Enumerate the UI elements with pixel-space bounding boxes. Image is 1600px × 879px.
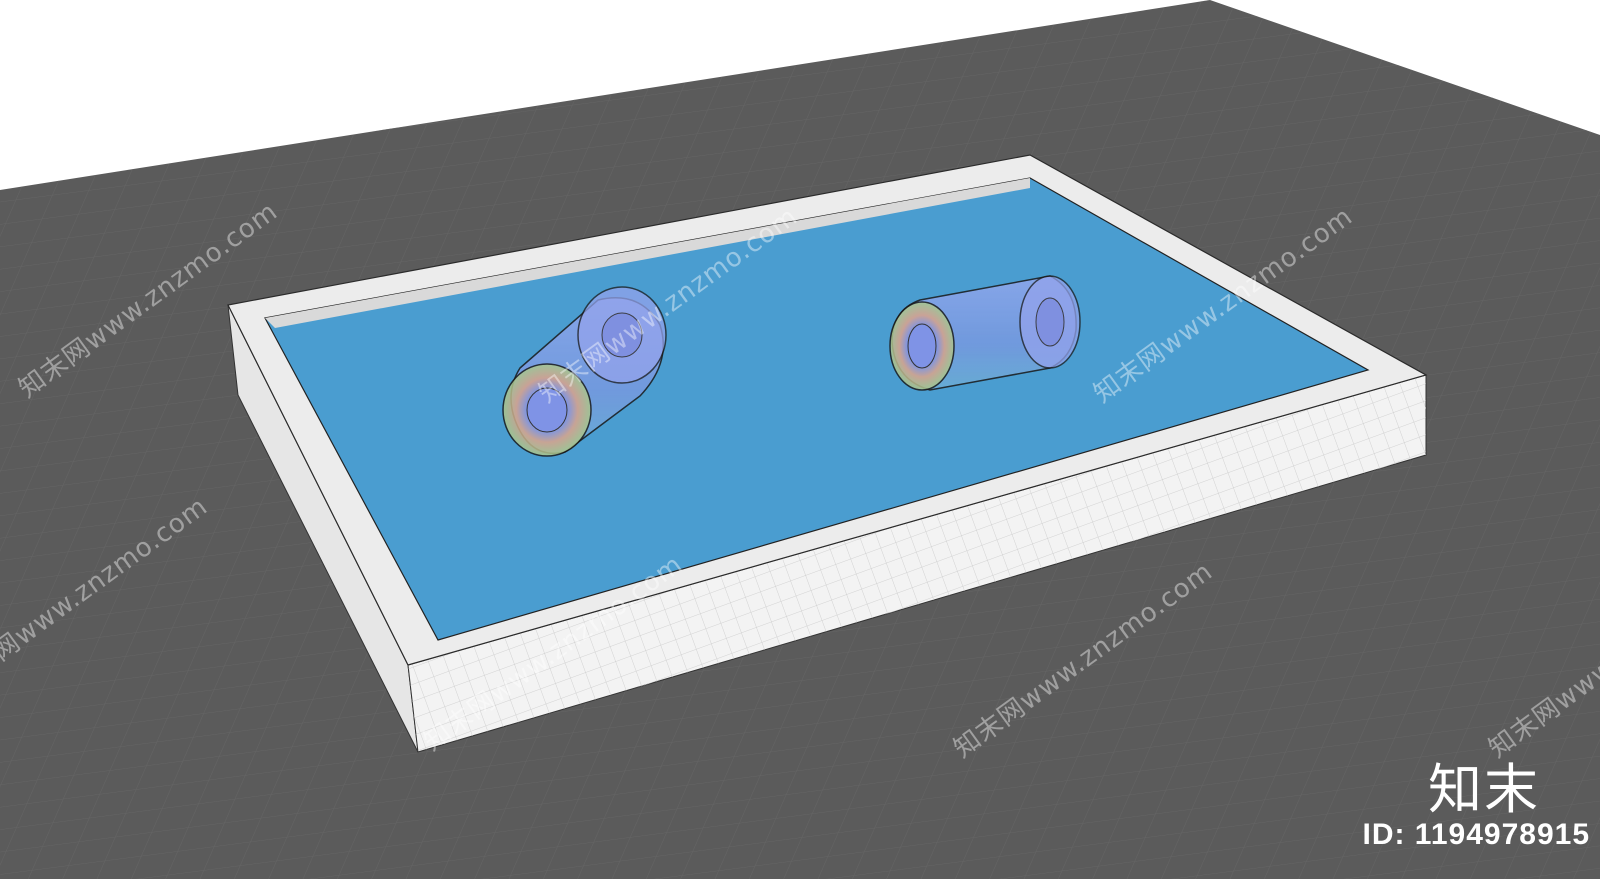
viewport-scene <box>0 0 1600 879</box>
brand-logo-text: 知末 <box>1428 758 1540 821</box>
asset-id-label: ID: 1194978915 <box>1362 818 1590 851</box>
